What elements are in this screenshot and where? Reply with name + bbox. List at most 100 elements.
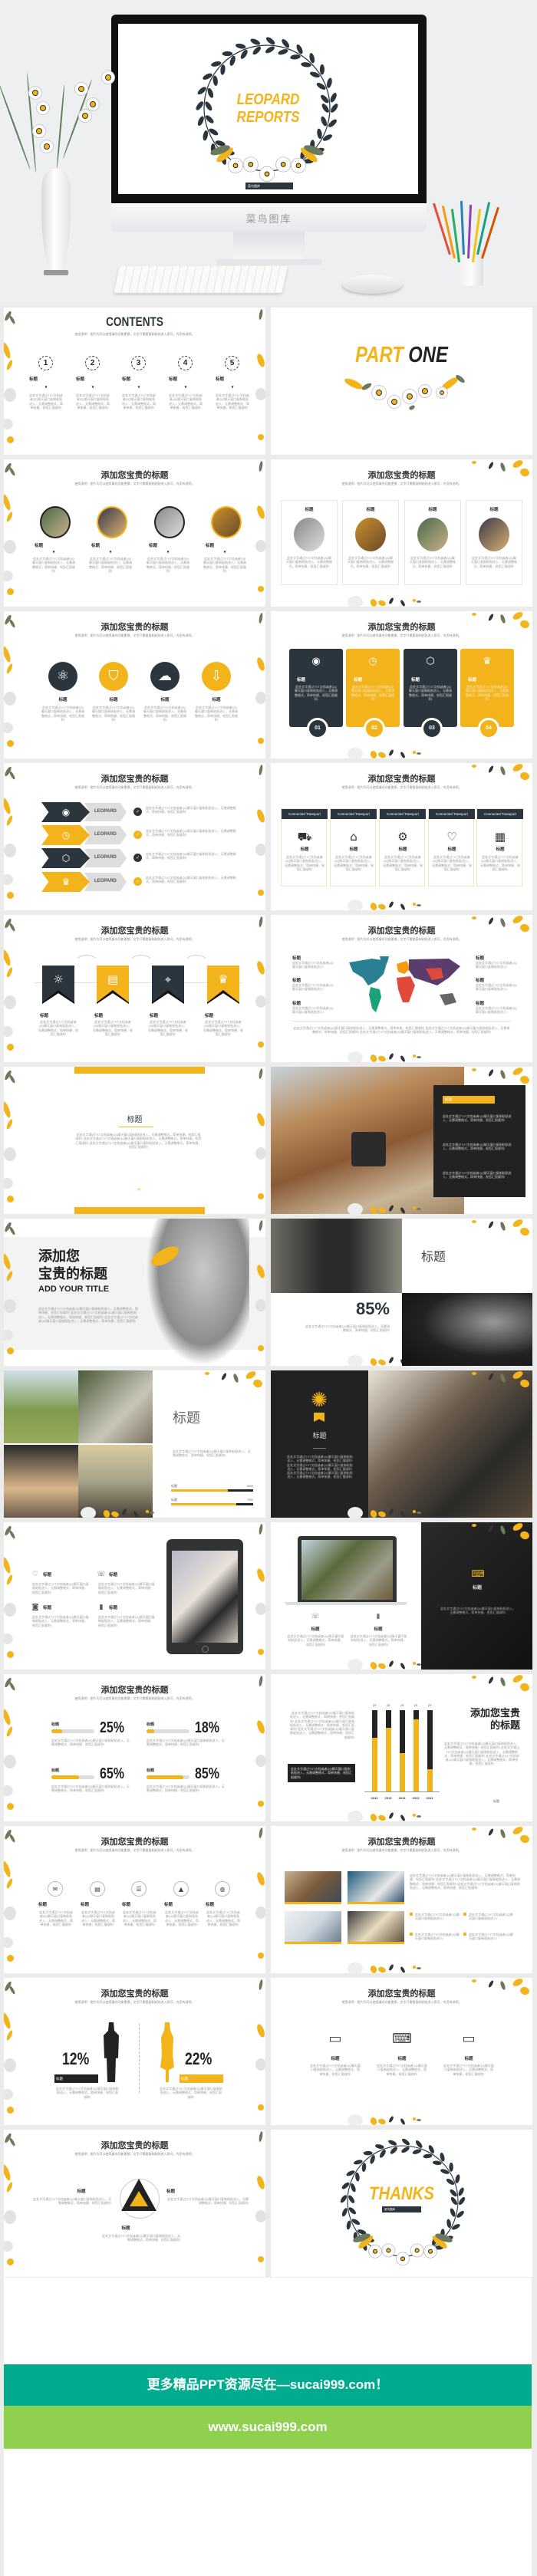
leaf-decoration (369, 1357, 378, 1366)
body-text: 此处文字通过TXT文档或者QQ聊天窗口复制粘贴进入，无需调整格式，简单快捷，祝您… (146, 876, 236, 884)
laptop-icon: ⌨ (392, 2031, 412, 2048)
body-text: 此处文字通过TXT文档或者QQ聊天窗口复制粘贴进入，无需调整格式，简单快捷，祝您… (148, 1020, 188, 1036)
leaf-decoration (232, 1373, 239, 1383)
body-text: 此处文字通过TXT文档或者QQ聊天窗口复制粘贴进入，无需调整格式，简单快捷，祝您… (432, 855, 472, 871)
eye-icon: ◉ (311, 656, 321, 668)
photo (348, 1871, 404, 1903)
leaf-decoration (388, 1963, 394, 1972)
leaf-decoration (7, 740, 14, 747)
body-text: 此处文字通过TXT文档或者QQ聊天窗口复制粘贴进入，无需调整格式，简单快捷，祝您… (443, 1114, 512, 1123)
clock-icon: ◷ (61, 829, 71, 841)
item-heading: 标题 (292, 979, 301, 983)
body-text: 此处文字通过TXT文档或者QQ聊天窗口复制粘贴进入，无需调整格式，简单快捷，祝您… (443, 1143, 512, 1151)
leaf-decoration (519, 1074, 531, 1085)
skill-label: 标题 (51, 1768, 60, 1773)
leaf-decoration (255, 1299, 265, 1311)
photo (285, 1871, 341, 1903)
leaf-decoration (322, 134, 332, 141)
body-text: 此处文字通过TXT文档或者QQ聊天窗口复制粘贴进入，无需调整格式，简单快捷，祝您… (305, 1324, 390, 1333)
photo (479, 518, 509, 551)
photo (211, 506, 242, 538)
slide-team-circles: 添加您宝贵的标题 使用说明：图片均可以使用填充功能更换，文字只需要复制粘贴进入即可… (4, 459, 265, 607)
leaf-decoration (258, 1041, 264, 1048)
body-text: 此处文字通过TXT文档或者QQ聊天窗口复制粘贴进入，无需调整格式，简单快捷，祝您… (39, 1910, 73, 1926)
body-text: 此处文字通过TXT文档或者QQ聊天窗口复制粘贴进入，无需调整格式，简单快捷，祝您… (93, 1020, 133, 1036)
leaf-decoration (255, 540, 265, 552)
leaf-decoration (519, 1682, 531, 1693)
leaf-decoration (341, 2208, 348, 2217)
leaf-decoration (258, 738, 264, 744)
leaf-decoration (4, 645, 12, 663)
leaf-decoration (8, 1074, 16, 1084)
body-text: 此处文字通过TXT文档或者QQ聊天窗口复制粘贴进入，无需调整格式，简单快捷，祝您… (203, 1020, 243, 1036)
photo (4, 1370, 78, 1443)
slide-subtitle: 使用说明：图片均可以使用填充功能更换，文字只需要复制粘贴进入即可，内页有说明。 (74, 1696, 195, 1700)
slide-cover-title: 添加您 宝贵的标题 ADD YOUR TITLE 此处文字通过TXT文档或者QQ聊天窗… (4, 1219, 265, 1366)
item-heading: 标题 (212, 698, 221, 702)
leaf-decoration (388, 1356, 394, 1364)
leaf-decoration (258, 1523, 264, 1535)
item-heading: 标题 (206, 544, 215, 548)
body-text: 此处文字通过TXT文档或者QQ聊天窗口复制粘贴进入，无需调整格式，简单快捷，祝您… (206, 1910, 240, 1926)
body-text: 此处文字通过TXT文档或者QQ聊天窗口复制粘贴进入! (292, 961, 334, 969)
photo-underline (285, 1942, 341, 1944)
chevron-shape: ⬡ (41, 848, 90, 868)
leaf-decoration (209, 128, 219, 136)
item-heading: 标题 (292, 956, 301, 961)
flower-center-decoration (82, 113, 88, 119)
check-mark: ✓ (135, 831, 140, 837)
heading-underline (313, 1448, 326, 1449)
leaf-decoration (487, 1220, 495, 1229)
slide-title: 添加您宝贵的标题 (100, 2141, 169, 2150)
slide-title: 添加您宝贵的标题 (367, 775, 436, 784)
leaf-decoration (290, 54, 301, 60)
slide-title: 添加您宝贵的标题 (367, 926, 436, 936)
item-heading: 标题 (411, 678, 420, 683)
body-text: 此处文字通过TXT文档或者QQ聊天窗口复制粘贴进入，无需调整格式，简单快捷，祝您… (56, 2087, 119, 2099)
leaf-decoration (4, 722, 13, 733)
leaf-decoration (255, 1719, 265, 1735)
body-text: 此处文字通过TXT文档或者QQ聊天窗口复制粘贴进入，无需调整格式，简单快捷，祝您… (286, 556, 332, 568)
leaf-decoration (413, 903, 416, 906)
leaf-decoration (413, 1662, 416, 1665)
leaf-decoration (472, 916, 476, 920)
timeline-arc (129, 955, 153, 972)
leaf-decoration (258, 1953, 264, 1959)
leaf-decoration (255, 2058, 265, 2071)
card-number-badge: 03 (421, 718, 443, 739)
leaf-decoration (472, 1828, 476, 1831)
flower-center-decoration (439, 390, 445, 396)
laptop-icon: ⌨ (471, 1568, 485, 1579)
leaf-decoration (258, 2104, 264, 2110)
leaf-decoration (4, 1147, 16, 1161)
dashed-divider (139, 2024, 140, 2093)
photo (294, 518, 325, 551)
leaf-decoration (4, 540, 16, 554)
leaf-decoration (413, 1054, 416, 1058)
heartbeat-icon: ♡ (446, 830, 457, 844)
leaf-decoration (4, 1860, 12, 1878)
leaf-decoration (5, 359, 14, 371)
item-heading: 标题 (160, 698, 170, 702)
website-link[interactable]: www.sucai999.com (4, 2406, 532, 2449)
leaf-decoration (413, 1510, 416, 1513)
leaf-decoration (255, 2175, 265, 2190)
slide-subtitle: 使用说明：图片均可以使用填充功能更换，文字只需要复制粘贴进入即可，内页有说明。 (341, 2000, 462, 2004)
leaf-decoration (258, 1193, 264, 1199)
item-heading: 标题 (366, 508, 375, 512)
item-heading: 标题 (109, 1606, 118, 1610)
leaf-decoration (4, 844, 16, 857)
transport-card: Connected Transport ♡ 标题 此处文字通过TXT文档或者QQ聊天窗… (428, 808, 475, 887)
body-text: 此处文字通过TXT文档或者QQ聊天窗口复制粘贴进入，无需调整格式，简单快捷，祝您… (409, 685, 452, 701)
calculator-icon: ▦ (494, 830, 506, 844)
bullet-square (410, 1913, 413, 1916)
promo-banner[interactable]: 更多精品PPT资源尽在—sucai999.com！ (4, 2364, 532, 2406)
leaf-decoration (361, 381, 373, 392)
progress-bar (171, 1489, 253, 1492)
body-text: 此处文字通过TXT文档或者QQ聊天窗口复制粘贴进入，无需调整格式，简单快捷，祝您… (287, 1455, 353, 1479)
heart-icon: ♡ (31, 1570, 39, 1578)
item-heading: 标题 (43, 1606, 52, 1610)
slide-title: 添加您宝贵的标题 (100, 926, 169, 936)
body-text: 此处文字通过TXT文档或者QQ聊天窗口复制粘贴进入，无需调整格式，简单快捷，祝您… (480, 855, 520, 871)
leaf-decoration (428, 2145, 434, 2154)
